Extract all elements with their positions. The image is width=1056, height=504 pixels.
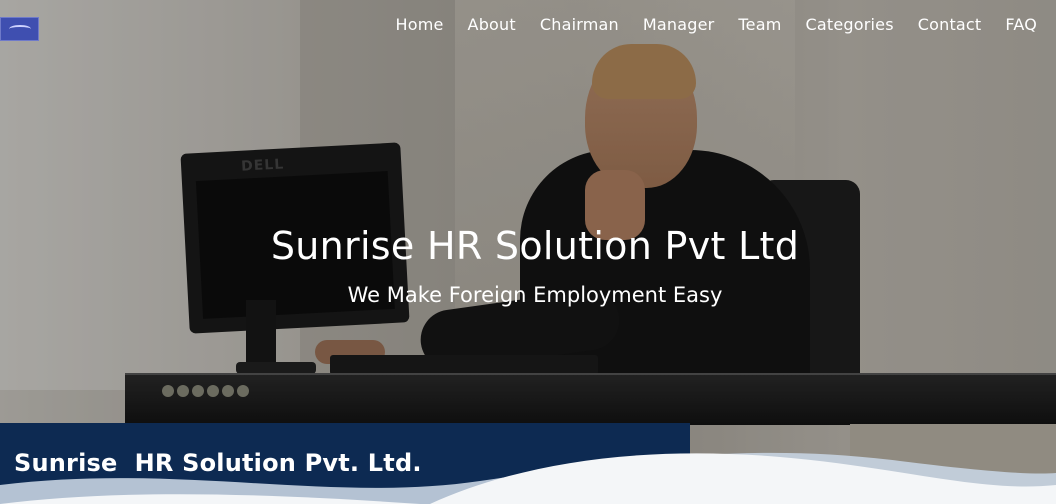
nav-home[interactable]: Home xyxy=(383,14,455,36)
nav-manager[interactable]: Manager xyxy=(631,14,727,36)
nav-about[interactable]: About xyxy=(456,14,528,36)
nav-chairman[interactable]: Chairman xyxy=(528,14,631,36)
company-banner: Sunrise HR Solution Pvt. Ltd. xyxy=(0,423,1056,504)
nav-categories[interactable]: Categories xyxy=(794,14,906,36)
nav-team[interactable]: Team xyxy=(726,14,793,36)
hero-title: Sunrise HR Solution Pvt Ltd xyxy=(270,224,800,268)
nav-faq[interactable]: FAQ xyxy=(993,14,1037,36)
site-logo[interactable] xyxy=(0,17,39,41)
hero-subtitle: We Make Foreign Employment Easy xyxy=(347,283,723,307)
main-navigation: Home About Chairman Manager Team Categor… xyxy=(383,14,1037,36)
sunrise-icon xyxy=(8,25,31,33)
nav-contact[interactable]: Contact xyxy=(906,14,994,36)
banner-company-name: Sunrise HR Solution Pvt. Ltd. xyxy=(14,449,422,477)
